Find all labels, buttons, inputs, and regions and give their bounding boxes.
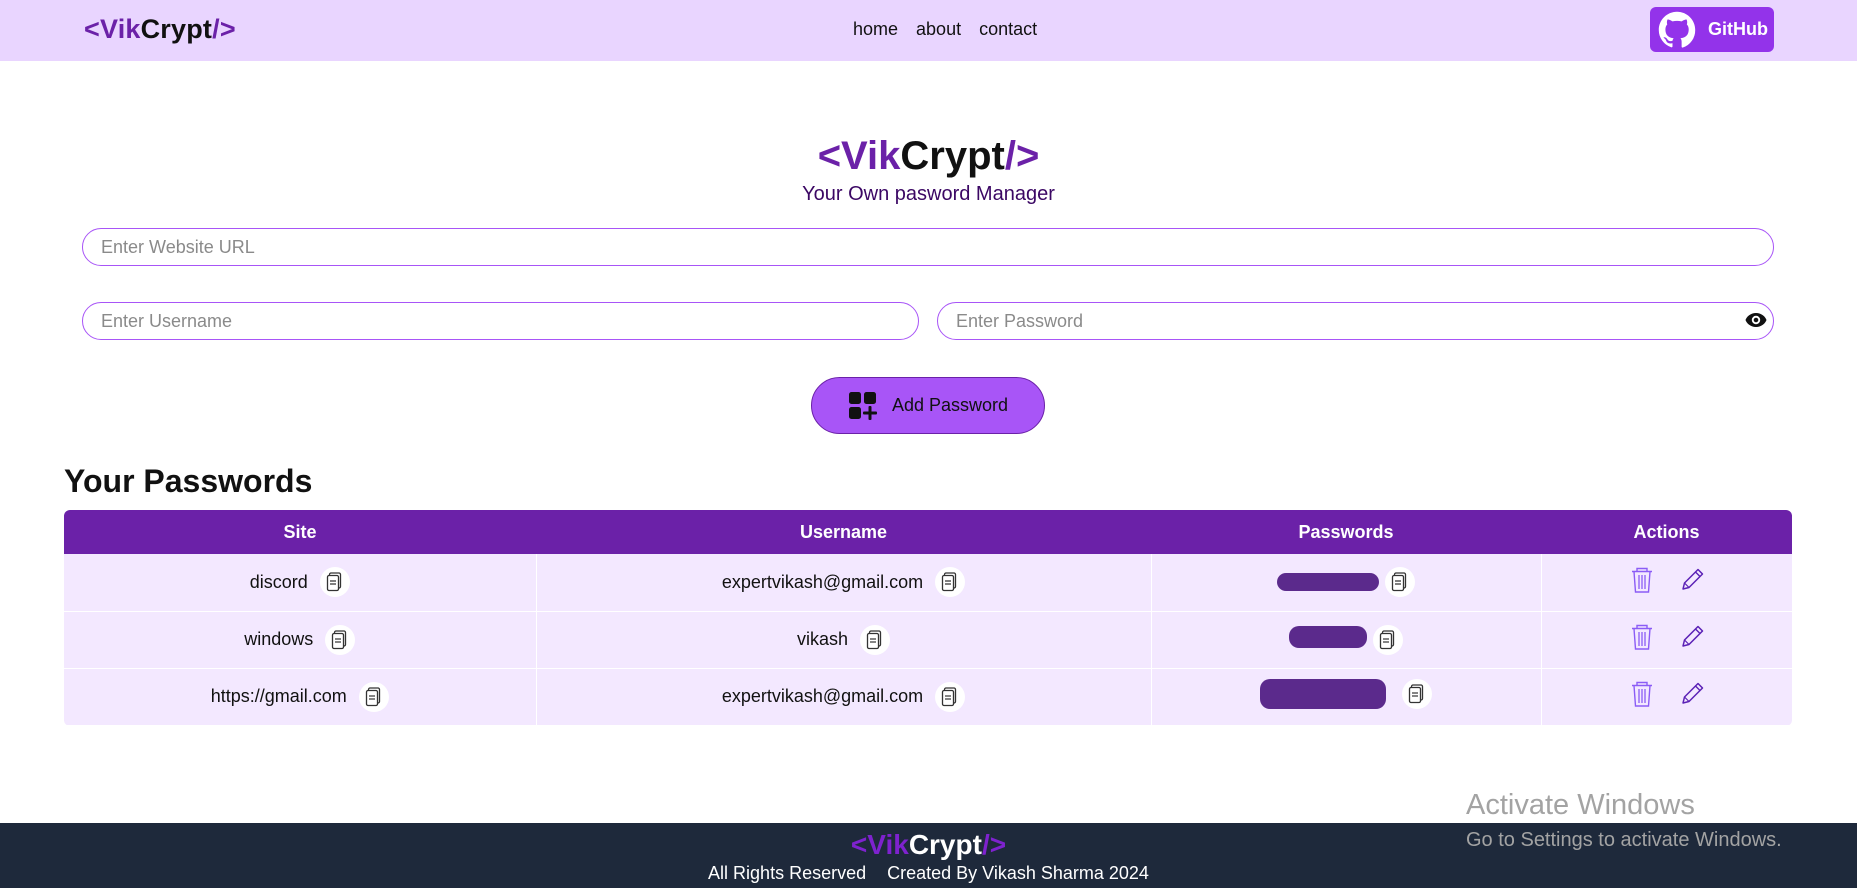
password-input[interactable]	[937, 302, 1774, 340]
hero-logo-lt: <	[817, 134, 842, 178]
site-cell: windows	[64, 611, 537, 669]
nav-link-contact[interactable]: contact	[979, 19, 1037, 40]
site-text[interactable]: discord	[250, 572, 308, 593]
actions-cell	[1541, 611, 1792, 669]
username-input[interactable]	[82, 302, 919, 340]
copy-icon[interactable]	[358, 681, 389, 712]
copy-icon[interactable]	[1373, 624, 1403, 655]
actions-cell	[1541, 668, 1792, 726]
nav-logo[interactable]: <VikCrypt/>	[84, 14, 236, 45]
eye-icon[interactable]	[1744, 308, 1768, 332]
actions-cell	[1541, 554, 1792, 612]
site-cell: discord	[64, 554, 537, 612]
hero-logo-slash-gt: />	[1004, 134, 1040, 178]
github-button[interactable]: GitHub	[1650, 7, 1774, 52]
copy-icon[interactable]	[935, 681, 966, 712]
hero-logo-crypt: Crypt	[900, 134, 1005, 178]
activate-windows-title: Activate Windows	[1466, 789, 1695, 821]
table-row: windows vikash	[64, 611, 1792, 669]
hero-logo: <VikCrypt/>	[0, 134, 1857, 179]
footer-text: All Rights Reserved Created By Vikash Sh…	[0, 863, 1857, 884]
header-passwords: Passwords	[1151, 510, 1541, 554]
hero-logo-vik: Vik	[841, 134, 901, 178]
password-redaction	[1260, 679, 1386, 709]
footer-logo-lt: <	[850, 829, 868, 860]
website-url-input[interactable]	[82, 228, 1774, 266]
header-username: Username	[536, 510, 1151, 554]
edit-icon[interactable]	[1677, 622, 1707, 652]
table-row: https://gmail.com expertvikash@gmail.com	[64, 668, 1792, 726]
logo-lt: <	[84, 14, 100, 44]
password-redaction	[1289, 625, 1367, 648]
logo-vik: Vik	[99, 14, 141, 44]
passwords-title: Your Passwords	[64, 463, 313, 499]
site-text[interactable]: windows	[244, 629, 313, 650]
username-text[interactable]: vikash	[797, 629, 848, 650]
add-password-label: Add Password	[891, 395, 1009, 415]
username-cell: expertvikash@gmail.com	[536, 554, 1152, 612]
github-icon	[1658, 11, 1696, 48]
activate-windows-subtitle: Go to Settings to activate Windows.	[1466, 829, 1782, 851]
footer-logo-vik: Vik	[867, 829, 909, 860]
site-text[interactable]: https://gmail.com	[211, 686, 347, 707]
add-grid-icon	[848, 391, 877, 420]
password-redaction	[1277, 573, 1379, 592]
passwords-table: Site Username Passwords Actions discord …	[64, 510, 1792, 726]
navbar: <VikCrypt/> home about contact GitHub	[0, 0, 1857, 61]
copy-icon[interactable]	[325, 624, 356, 655]
logo-crypt: Crypt	[140, 14, 213, 44]
header-actions: Actions	[1541, 510, 1792, 554]
header-site: Site	[64, 510, 536, 554]
copy-icon[interactable]	[319, 567, 350, 598]
nav-links: home about contact	[853, 19, 1037, 40]
delete-icon[interactable]	[1627, 679, 1657, 709]
username-text[interactable]: expertvikash@gmail.com	[722, 686, 923, 707]
nav-link-about[interactable]: about	[916, 19, 961, 40]
username-text[interactable]: expertvikash@gmail.com	[722, 572, 923, 593]
username-cell: vikash	[536, 611, 1152, 669]
github-label: GitHub	[1708, 19, 1768, 39]
password-cell	[1151, 668, 1542, 726]
logo-slash-gt: />	[212, 14, 236, 44]
hero-subtitle: Your Own pasword Manager	[802, 183, 1055, 205]
copy-icon[interactable]	[935, 567, 966, 598]
delete-icon[interactable]	[1627, 622, 1657, 652]
delete-icon[interactable]	[1627, 565, 1657, 595]
footer-rights: All Rights Reserved	[708, 863, 867, 883]
table-header-row: Site Username Passwords Actions	[64, 510, 1792, 554]
add-password-button[interactable]: Add Password	[811, 377, 1045, 434]
password-cell	[1151, 611, 1542, 669]
username-cell: expertvikash@gmail.com	[536, 668, 1152, 726]
table-row: discord expertvikash@gmail.com	[64, 554, 1792, 612]
copy-icon[interactable]	[1385, 567, 1415, 598]
copy-icon[interactable]	[860, 624, 891, 655]
site-cell: https://gmail.com	[64, 668, 537, 726]
footer-logo-crypt: Crypt	[908, 829, 982, 860]
footer-credit: Created By Vikash Sharma 2024	[887, 863, 1149, 883]
footer-logo-slash-gt: />	[981, 829, 1007, 860]
nav-link-home[interactable]: home	[853, 19, 898, 40]
copy-icon[interactable]	[1402, 679, 1432, 709]
password-cell	[1151, 554, 1542, 612]
edit-icon[interactable]	[1677, 679, 1707, 709]
edit-icon[interactable]	[1677, 565, 1707, 595]
